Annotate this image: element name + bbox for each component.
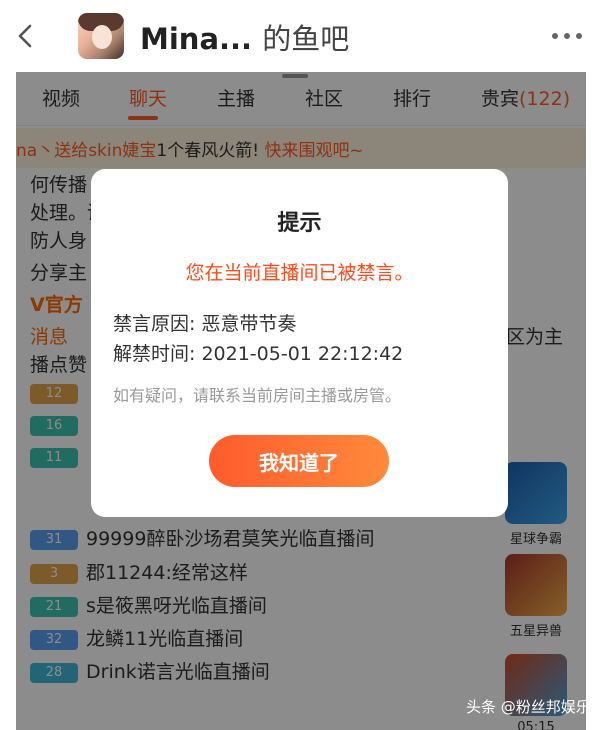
app-screen: Mina... 的鱼吧 视频 聊天 主播 社区 排行 贵宾(122) na丶送给… bbox=[0, 0, 609, 730]
unban-time-label: 解禁时间: bbox=[113, 343, 196, 365]
ellipsis-icon[interactable] bbox=[549, 22, 585, 50]
streamer-name: Mina... bbox=[140, 22, 253, 56]
avatar[interactable] bbox=[78, 13, 124, 59]
mute-notice-dialog: 提示 您在当前直播间已被禁言。 禁言原因: 恶意带节奏 解禁时间: 2021-0… bbox=[91, 169, 508, 517]
mute-reason-label: 禁言原因: bbox=[113, 313, 196, 335]
page-title: Mina... 的鱼吧 bbox=[140, 16, 349, 58]
dialog-title: 提示 bbox=[277, 211, 322, 236]
mute-reason-value: 恶意带节奏 bbox=[201, 313, 297, 335]
watermark: 头条 @粉丝邦娱乐 bbox=[466, 698, 591, 716]
mute-reason: 禁言原因: 恶意带节奏 bbox=[113, 309, 296, 336]
top-bar: Mina... 的鱼吧 bbox=[0, 0, 609, 72]
title-suffix: 的鱼吧 bbox=[262, 22, 350, 56]
dialog-message: 您在当前直播间已被禁言。 bbox=[185, 262, 414, 284]
dialog-note: 如有疑问，请联系当前房间主播或房管。 bbox=[113, 386, 402, 405]
chevron-left-icon[interactable] bbox=[10, 18, 42, 54]
unban-time: 解禁时间: 2021-05-01 22:12:42 bbox=[113, 339, 403, 366]
confirm-button[interactable]: 我知道了 bbox=[209, 435, 389, 487]
unban-time-value: 2021-05-01 22:12:42 bbox=[201, 343, 404, 365]
